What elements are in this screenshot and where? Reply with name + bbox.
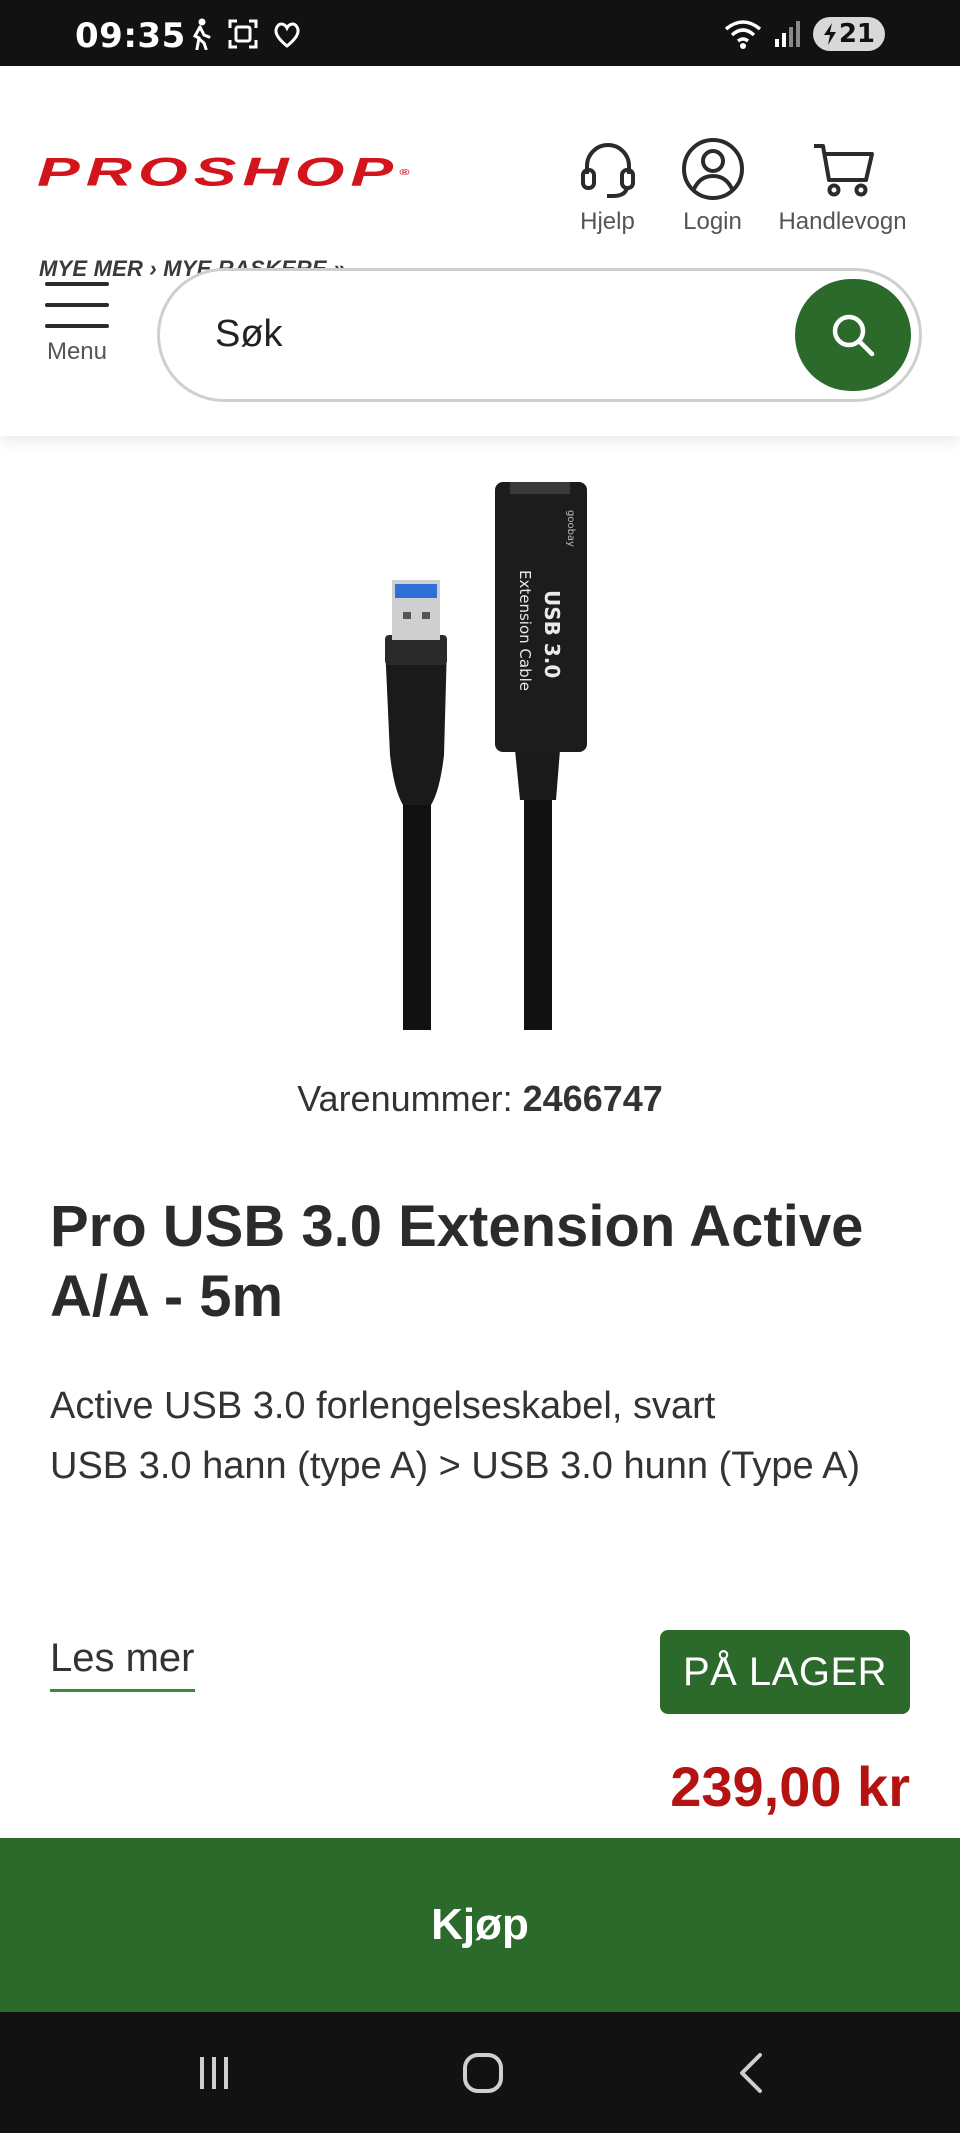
search-button[interactable]	[795, 279, 911, 391]
product-image[interactable]: USB 3.0 Extension Cable goobay	[340, 470, 610, 1030]
description-line: Active USB 3.0 forlengelseskabel, svart	[50, 1385, 716, 1427]
cart-icon	[813, 144, 874, 197]
buy-button[interactable]: Kjøp	[0, 1838, 960, 2012]
product-price: 239,00 kr	[670, 1755, 910, 1818]
stock-badge: PÅ LAGER	[660, 1630, 910, 1714]
logo-wordmark: PROSHOP®	[37, 149, 410, 195]
help-label: Hjelp	[580, 208, 635, 235]
status-time: 09:35	[75, 16, 186, 56]
status-icons-right: 21	[723, 17, 885, 51]
system-nav-bar	[0, 2012, 960, 2133]
image-brand: goobay	[565, 510, 576, 547]
site-header: PROSHOP® MYE MER › MYE RASKERE » Hjelp L…	[0, 66, 960, 436]
cart-label: Handlevogn	[778, 208, 907, 235]
search-input[interactable]: Søk	[157, 268, 922, 402]
description-line: USB 3.0 hann (type A) > USB 3.0 hunn (Ty…	[50, 1445, 861, 1487]
menu-button[interactable]: Menu	[40, 282, 114, 366]
recent-apps-button[interactable]	[184, 2048, 244, 2098]
hamburger-icon	[45, 282, 109, 328]
login-label: Login	[683, 208, 742, 235]
home-icon	[463, 2053, 503, 2093]
home-button[interactable]	[453, 2048, 513, 2098]
back-icon	[740, 2053, 762, 2093]
wifi-icon	[724, 20, 761, 49]
battery-icon: 21	[812, 17, 885, 51]
signal-icon	[774, 21, 800, 47]
battery-level: 21	[838, 19, 875, 49]
help-button[interactable]: Hjelp	[565, 136, 650, 236]
product-title: Pro USB 3.0 Extension Active A/A - 5m	[50, 1194, 864, 1329]
sku-number: 2466747	[522, 1078, 663, 1119]
headset-icon	[580, 143, 635, 198]
search-placeholder: Søk	[215, 313, 283, 355]
recent-apps-icon	[200, 2057, 228, 2089]
read-more-link[interactable]: Les mer	[50, 1636, 195, 1692]
image-text-extension: Extension Cable	[516, 570, 534, 691]
cart-button[interactable]: Handlevogn	[770, 136, 915, 236]
care-icon	[274, 22, 300, 48]
menu-label: Menu	[46, 338, 108, 365]
status-icons-left	[185, 18, 303, 50]
image-text-usb: USB 3.0	[540, 590, 564, 678]
product-description: Active USB 3.0 forlengelseskabel, svart …	[50, 1376, 920, 1496]
login-button[interactable]: Login	[670, 136, 755, 236]
face-scan-icon	[228, 19, 258, 49]
back-button[interactable]	[722, 2048, 782, 2098]
walking-icon	[192, 18, 211, 50]
user-icon	[681, 138, 744, 200]
search-icon	[832, 314, 875, 357]
sku-line: Varenummer: 2466747	[0, 1078, 960, 1120]
sku-label: Varenummer:	[297, 1078, 513, 1119]
proshop-logo[interactable]: PROSHOP® MYE MER › MYE RASKERE »	[37, 152, 477, 282]
status-bar: 09:35 21	[0, 0, 960, 66]
